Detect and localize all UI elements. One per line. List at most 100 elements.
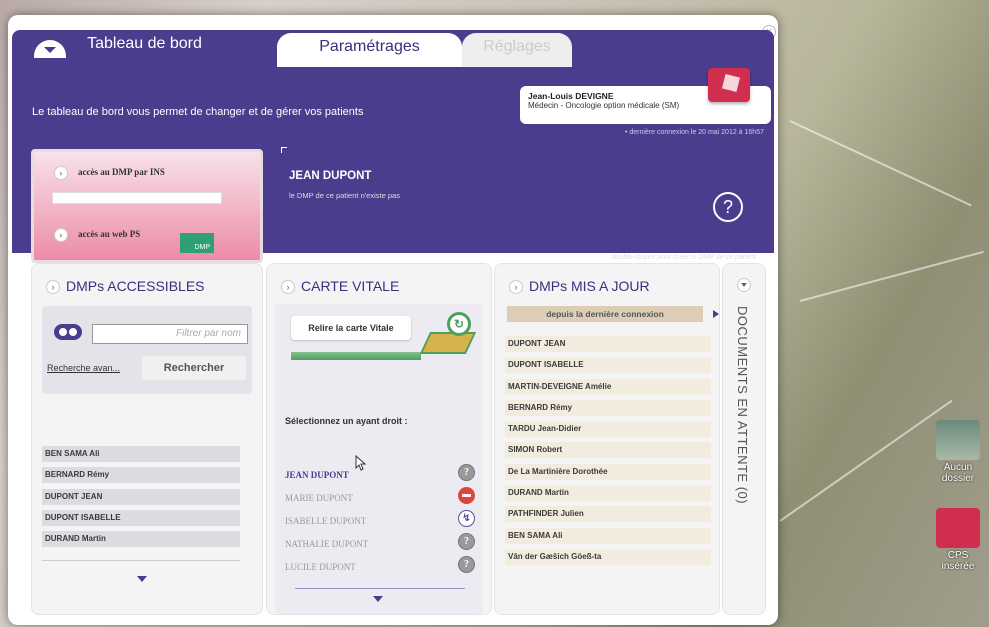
desktop-icon-cps[interactable]: CPS insérée (930, 508, 986, 572)
tab-preferences[interactable]: Réglages (462, 33, 572, 67)
chevron-right-icon: › (509, 280, 523, 295)
panel-title-text: CARTE VITALE (301, 278, 400, 294)
header: Tableau de bord Paramétrages Réglages Le… (12, 30, 774, 263)
beneficiary-row[interactable]: NATHALIE DUPONT ? (285, 533, 475, 550)
background-strand (799, 250, 984, 302)
question-icon: ? (458, 533, 475, 550)
beneficiary-row[interactable]: LUCILE DUPONT ? (285, 556, 475, 573)
list-item[interactable]: BEN SAMA Ali (42, 446, 240, 462)
dmp-ins-link[interactable]: › accès au DMP par INS (54, 166, 165, 180)
list-item[interactable]: BERNARD Rémy (505, 399, 711, 416)
divider (295, 588, 465, 589)
list-item[interactable]: De La Martinière Dorothée (505, 463, 711, 480)
patient-message: le DMP de ce patient n'existe pas (289, 191, 400, 200)
vitale-box: Relire la carte Vitale ↻ Sélectionnez un… (275, 304, 483, 614)
desktop-icon-label: Aucun dossier (941, 462, 975, 484)
link-label: accès au web PS (78, 229, 141, 240)
beneficiary-name: MARIE DUPONT (285, 493, 353, 503)
desktop-icon-label: CPS insérée (941, 550, 975, 572)
help-icon[interactable]: ? (713, 192, 743, 222)
list-item[interactable]: BEN SAMA Ali (505, 527, 711, 544)
last-connection: • dernière connexion le 20 mai 2012 à 16… (624, 129, 764, 136)
updated-list: DUPONT JEAN DUPONT ISABELLE MARTIN-DEVEI… (505, 336, 711, 570)
beneficiary-name: ISABELLE DUPONT (285, 516, 367, 526)
dmp-logo: DMP (180, 233, 214, 253)
accessible-dmps-panel: › DMPs ACCESSIBLES Filtrer par nom Recher… (31, 263, 263, 615)
beneficiary-row[interactable]: ISABELLE DUPONT ↯ (285, 510, 475, 527)
beneficiary-name: JEAN DUPONT (285, 470, 349, 480)
pending-documents-title: DOCUMENTS EN ATTENTE (0) (735, 306, 750, 505)
corner-mark (762, 257, 768, 263)
corner-mark (281, 147, 287, 153)
refresh-icon[interactable]: ↻ (447, 312, 471, 336)
patient-name: JEAN DUPONT (289, 170, 372, 182)
beneficiary-row[interactable]: MARIE DUPONT (285, 487, 475, 504)
tab-label: Tableau de bord (87, 35, 202, 52)
panel-title-text: DMPs ACCESSIBLES (66, 278, 205, 294)
beneficiary-row[interactable]: JEAN DUPONT ? (285, 464, 475, 481)
tab-label: Réglages (483, 38, 551, 55)
folder-icon (936, 420, 980, 460)
list-item[interactable]: TARDU Jean-Didier (505, 421, 711, 438)
scroll-down-icon[interactable] (373, 596, 383, 602)
no-entry-icon (458, 487, 475, 504)
updated-dmps-panel: › DMPs MIS A JOUR depuis la dernière conn… (494, 263, 720, 615)
play-icon[interactable] (713, 310, 719, 318)
tab-settings[interactable]: Paramétrages (277, 33, 462, 67)
list-item[interactable]: SIMON Robert (505, 442, 711, 459)
scroll-down-icon[interactable] (137, 576, 147, 582)
select-beneficiary-label: Sélectionnez un ayant droit : (285, 416, 408, 426)
chevron-right-icon: › (54, 228, 68, 242)
panel-title: › DMPs ACCESSIBLES (46, 278, 205, 295)
mouse-cursor-icon (355, 455, 367, 471)
search-button[interactable]: Rechercher (142, 356, 246, 380)
list-item[interactable]: DURAND Martin (505, 485, 711, 502)
panel-title: › CARTE VITALE (281, 278, 400, 295)
panel-title-text: DMPs MIS A JOUR (529, 278, 650, 294)
binoculars-icon (54, 324, 82, 340)
list-item[interactable]: MARTIN-DEVEIGNE Amélie (505, 378, 711, 395)
advanced-search-link[interactable]: Recherche avan... (47, 363, 120, 373)
accessible-list: BEN SAMA Ali BERNARD Rémy DUPONT JEAN DU… (42, 446, 240, 552)
beneficiary-name: NATHALIE DUPONT (285, 539, 369, 549)
pending-documents-panel[interactable]: DOCUMENTS EN ATTENTE (0) (722, 263, 766, 615)
web-ps-link[interactable]: › accès au web PS (54, 228, 140, 242)
tab-dashboard[interactable]: Tableau de bord (12, 30, 277, 64)
background-strand (789, 120, 972, 207)
access-box: › accès au DMP par INS › accès au web PS D… (31, 149, 263, 263)
desktop-icon-no-folder[interactable]: Aucun dossier (930, 420, 986, 484)
dmp-window: × Tableau de bord Paramétrages Réglages … (8, 15, 778, 625)
chevron-right-icon: › (46, 280, 60, 295)
list-item[interactable]: DUPONT JEAN (505, 336, 711, 352)
chevron-right-icon: › (54, 166, 68, 180)
list-item[interactable]: DUPONT ISABELLE (505, 357, 711, 374)
list-item[interactable]: Vân der Gæšich Göeß-ta (505, 548, 711, 565)
filter-input[interactable]: Filtrer par nom (92, 324, 248, 344)
dashboard-icon (34, 40, 66, 58)
filter-box: Filtrer par nom Recherche avan... Recher… (42, 306, 252, 394)
user-role: Médecin - Oncologie option médicale (SM) (528, 101, 680, 110)
question-icon: ? (458, 556, 475, 573)
chevron-down-icon[interactable] (737, 278, 751, 292)
divider (42, 560, 240, 561)
question-icon: ? (458, 464, 475, 481)
list-item[interactable]: BERNARD Rémy (42, 467, 240, 484)
reread-card-button[interactable]: Relire la carte Vitale (291, 316, 411, 340)
chevron-right-icon: › (281, 280, 295, 295)
reading-bar (291, 352, 421, 360)
background-strand (779, 399, 953, 522)
since-last-connection-filter[interactable]: depuis la dernière connexion (507, 306, 703, 322)
tab-label: Paramétrages (319, 38, 420, 55)
list-item[interactable]: PATHFINDER Julien (505, 506, 711, 523)
list-item[interactable]: DURAND Martin (42, 531, 240, 548)
intro-text: Le tableau de bord vous permet de change… (32, 106, 364, 118)
vitale-card-icon (419, 332, 477, 354)
create-dmp-hint[interactable]: double-cliquer pour créer le DMP de ce p… (612, 254, 756, 261)
list-item[interactable]: DUPONT ISABELLE (42, 509, 240, 526)
list-item[interactable]: DUPONT JEAN (42, 488, 240, 505)
panel-title: › DMPs MIS A JOUR (509, 278, 650, 295)
ins-input[interactable] (52, 192, 222, 204)
access-icon: ↯ (458, 510, 475, 527)
beneficiary-name: LUCILE DUPONT (285, 562, 356, 572)
cps-card-icon[interactable] (708, 68, 750, 102)
